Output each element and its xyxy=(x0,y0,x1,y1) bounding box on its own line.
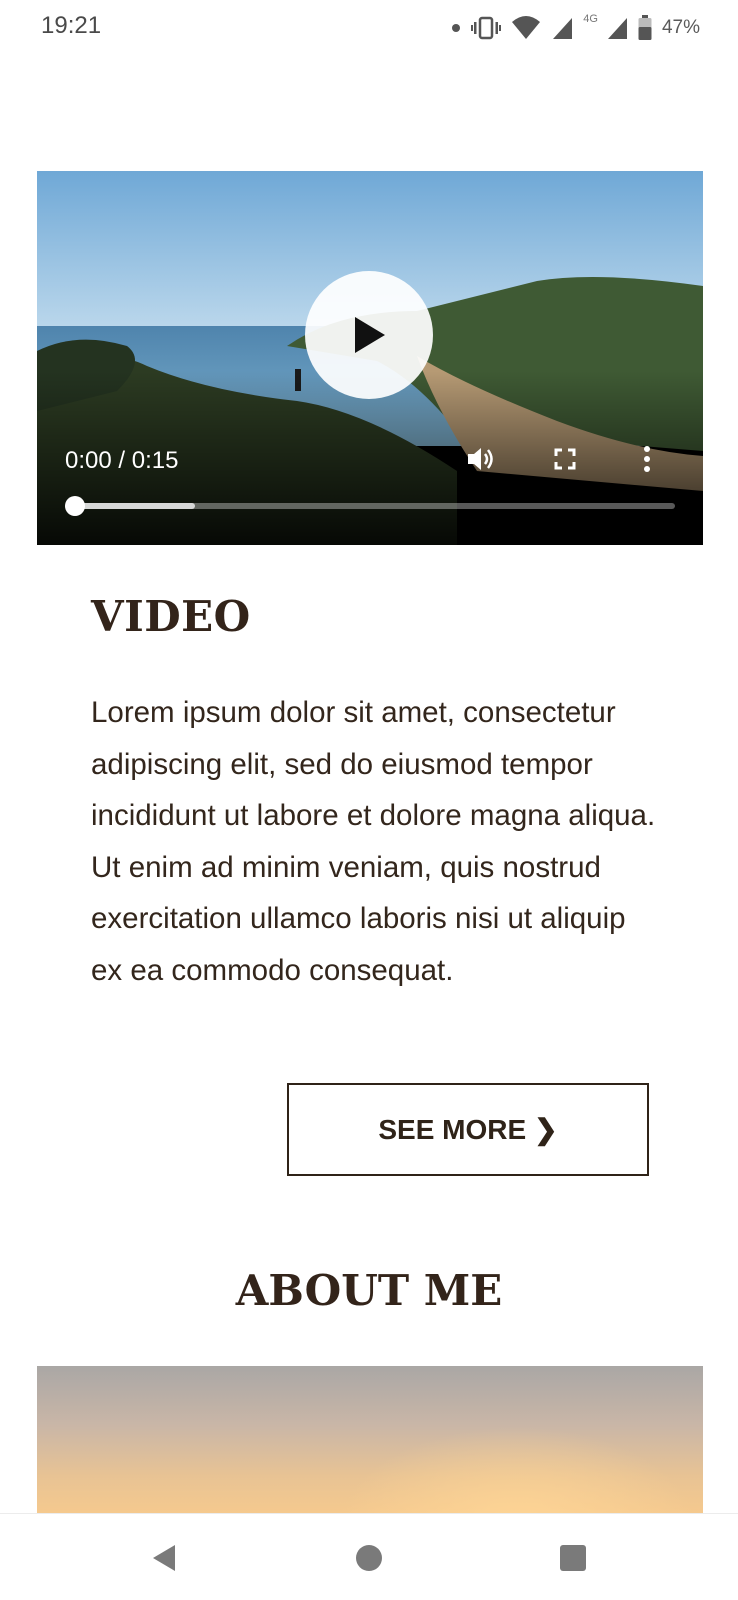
volume-icon xyxy=(468,448,493,470)
signal-icon xyxy=(553,18,573,39)
fullscreen-icon xyxy=(554,448,576,470)
video-time-display: 0:00 / 0:15 xyxy=(65,447,179,474)
vibrate-icon xyxy=(471,16,502,40)
video-player[interactable]: 0:00 / 0:15 xyxy=(37,171,703,545)
about-image xyxy=(37,1366,703,1513)
chevron-right-icon: ❯ xyxy=(534,1114,558,1145)
status-icons: 4G 47% xyxy=(451,13,700,42)
recents-button[interactable] xyxy=(555,1540,591,1576)
video-progress-bar[interactable] xyxy=(65,496,675,516)
play-button[interactable] xyxy=(305,271,433,399)
notification-dot-icon xyxy=(452,24,461,32)
back-icon xyxy=(153,1545,175,1571)
recents-icon xyxy=(560,1545,586,1571)
back-button[interactable] xyxy=(146,1540,182,1576)
volume-button[interactable] xyxy=(461,439,501,479)
video-buffered-bar xyxy=(75,503,195,509)
more-options-button[interactable] xyxy=(627,439,667,479)
home-icon xyxy=(356,1545,382,1571)
about-section-title: ABOUT ME xyxy=(235,1266,503,1315)
more-vert-icon xyxy=(644,446,650,472)
video-section-body: Lorem ipsum dolor sit amet, consectetur … xyxy=(91,696,656,987)
see-more-button[interactable]: SEE MORE ❯ xyxy=(287,1083,649,1176)
navigation-bar xyxy=(0,1513,738,1600)
signal-icon xyxy=(607,18,627,39)
network-type-label: 4G xyxy=(583,13,598,25)
video-section-title: VIDEO xyxy=(91,592,251,641)
video-scrubber-handle[interactable] xyxy=(65,496,85,516)
see-more-label: SEE MORE xyxy=(378,1113,527,1145)
play-icon xyxy=(355,317,385,353)
status-time: 19:21 xyxy=(41,12,102,39)
home-button[interactable] xyxy=(351,1540,387,1576)
battery-icon xyxy=(638,15,652,40)
sunset-glow xyxy=(337,1426,697,1513)
battery-percent: 47% xyxy=(661,17,700,38)
fullscreen-button[interactable] xyxy=(545,439,585,479)
status-bar: 19:21 4G 47% xyxy=(0,0,738,56)
wifi-icon xyxy=(512,16,541,39)
